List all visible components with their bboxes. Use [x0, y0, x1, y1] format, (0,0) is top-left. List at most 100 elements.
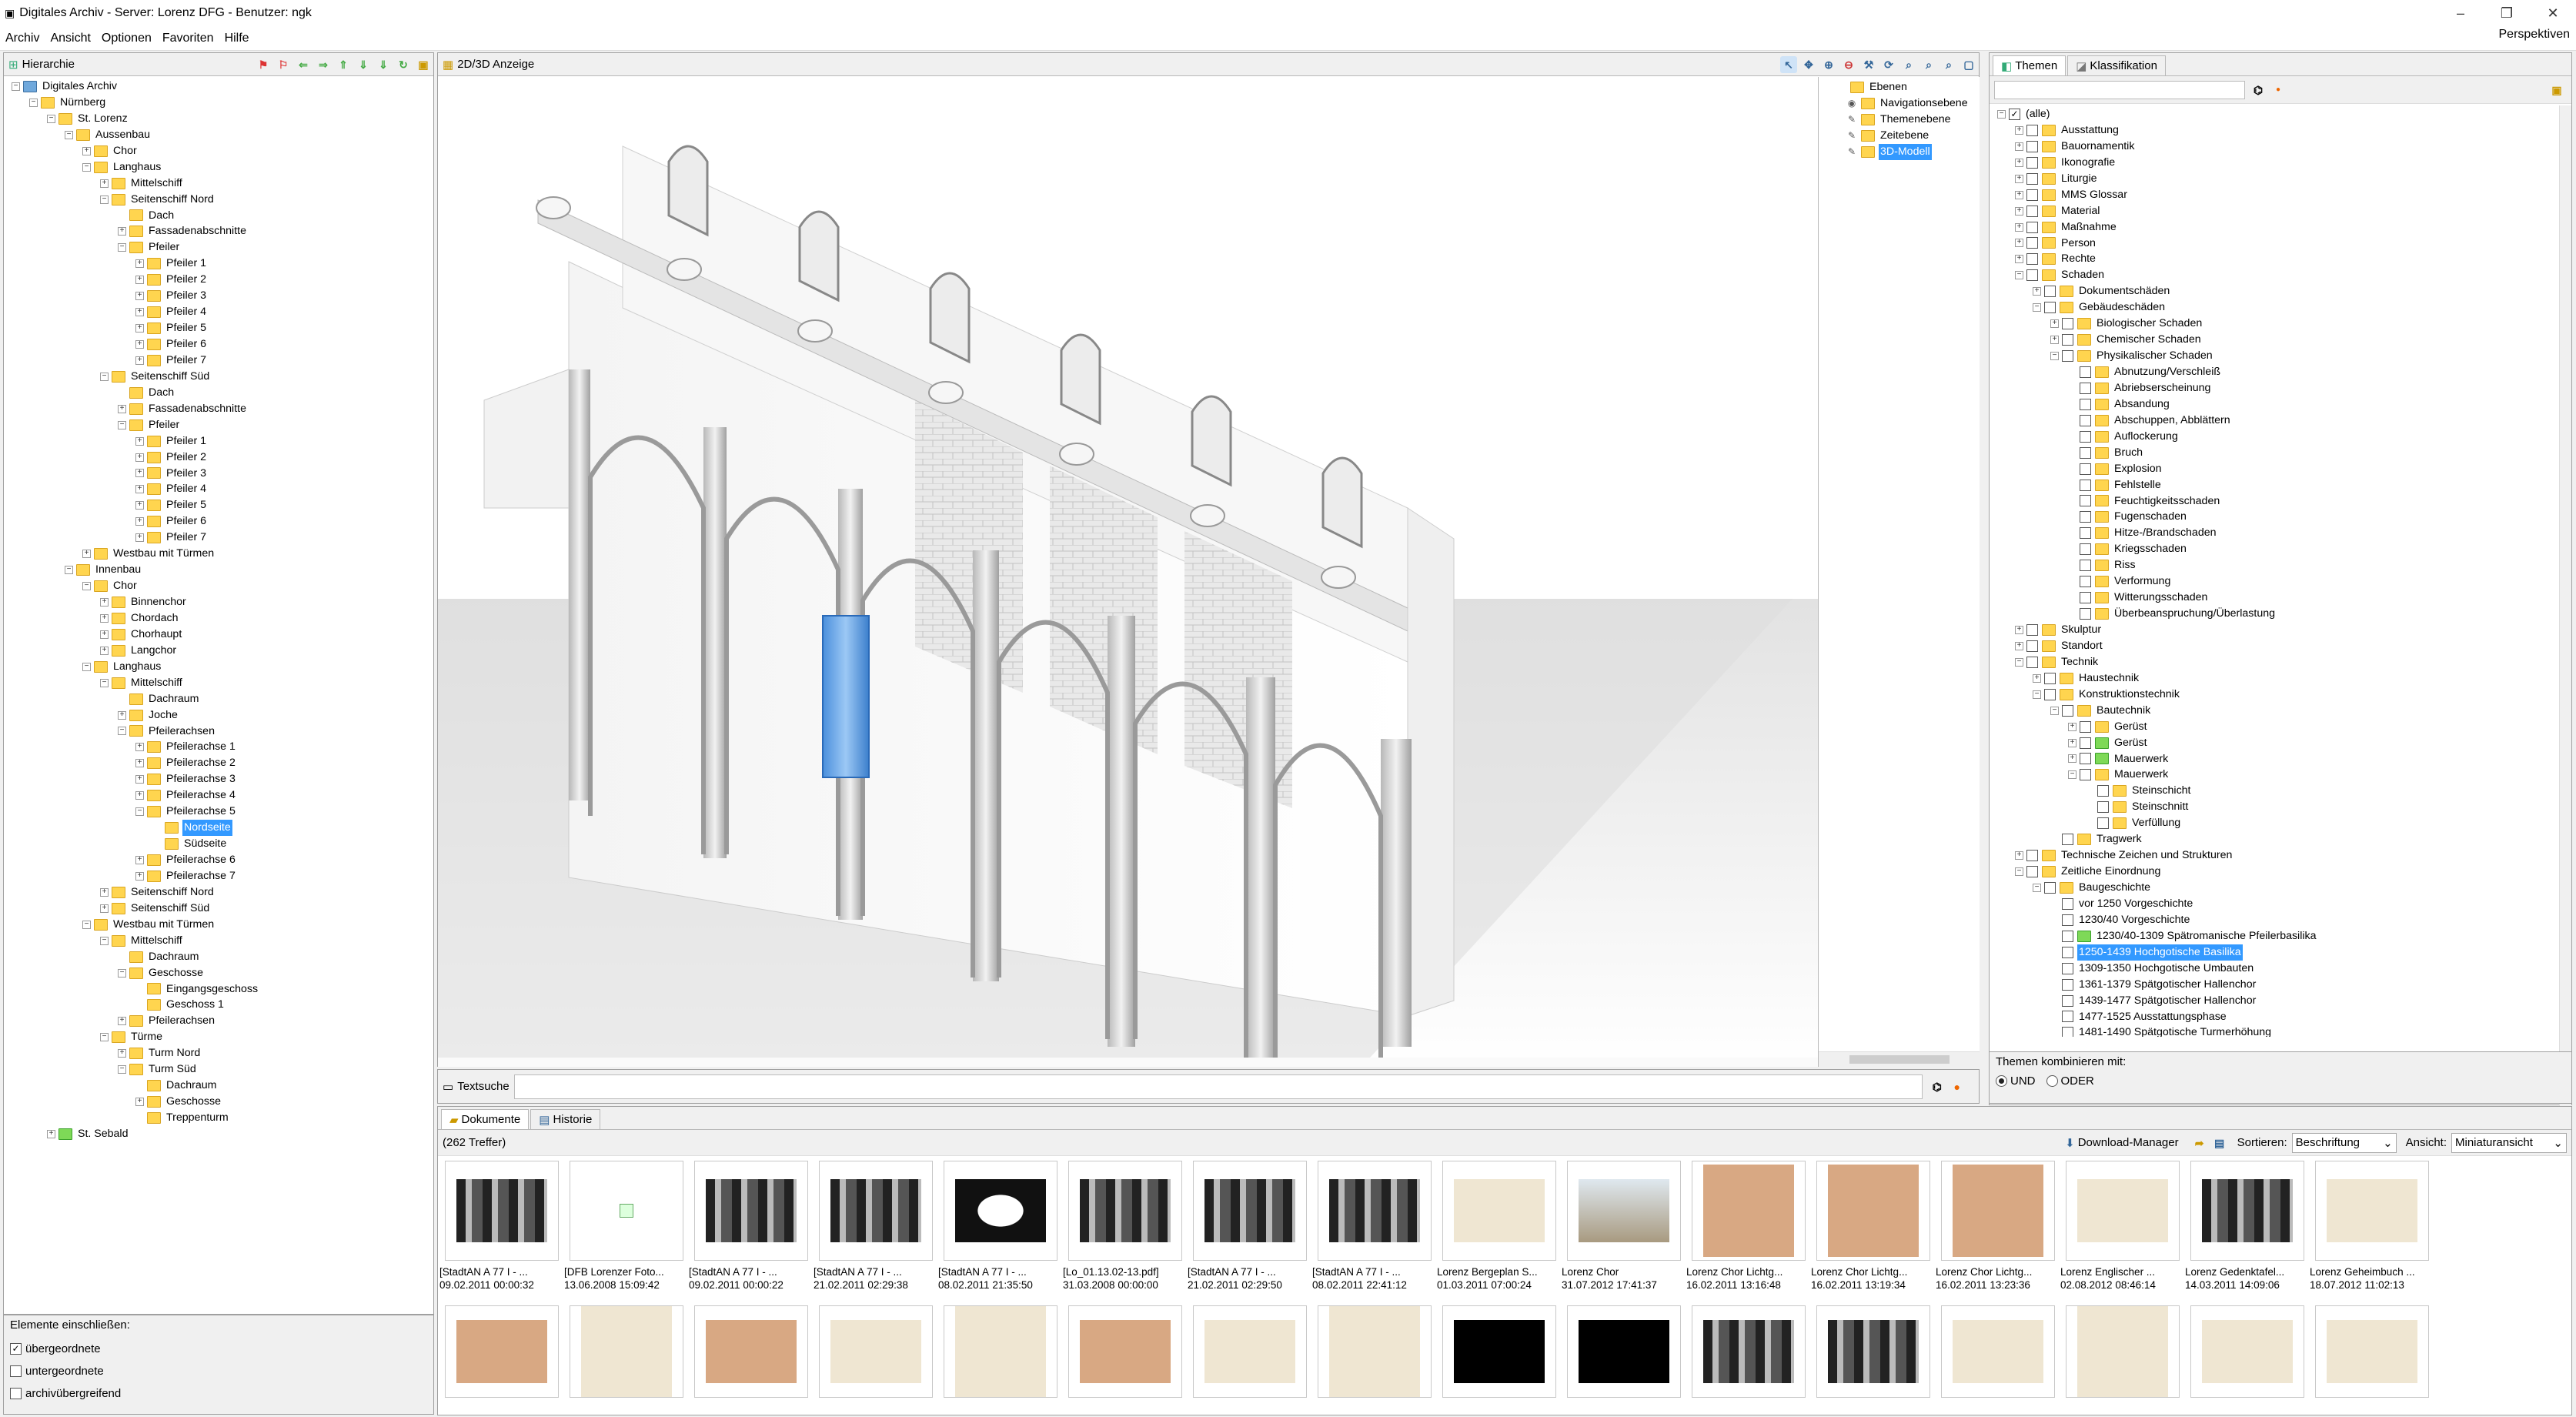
theme-node-item[interactable]: Abriebserscheinung: [1997, 380, 2571, 396]
document-thumbnail[interactable]: [1442, 1305, 1556, 1398]
zoom-out-icon[interactable]: ⊖: [1840, 56, 1857, 73]
expand-icon[interactable]: +: [118, 404, 126, 413]
theme-node-item[interactable]: + Rechte: [1997, 251, 2571, 267]
layers-hscroll[interactable]: [1819, 1051, 1980, 1067]
theme-node-item[interactable]: 1250-1439 Hochgotische Basilika: [1997, 944, 2571, 961]
document-thumbnail[interactable]: [1193, 1305, 1307, 1398]
theme-node-item[interactable]: Abnutzung/Verschleiß: [1997, 364, 2571, 380]
theme-checkbox[interactable]: [2026, 189, 2038, 201]
theme-node-item[interactable]: Hitze-/Brandschaden: [1997, 525, 2571, 541]
document-thumbnail[interactable]: [2190, 1161, 2304, 1261]
theme-checkbox[interactable]: [2080, 495, 2091, 507]
theme-checkbox[interactable]: [2026, 866, 2038, 878]
measure-icon[interactable]: ⚒: [1860, 56, 1877, 73]
search-input[interactable]: [513, 1074, 1923, 1099]
document-item[interactable]: [1562, 1305, 1686, 1398]
theme-checkbox[interactable]: [2026, 221, 2038, 233]
expand-icon[interactable]: +: [82, 146, 91, 155]
hierarchy-node-item[interactable]: − Pfeilerachse 5: [12, 804, 433, 820]
hierarchy-node-item[interactable]: + Pfeiler 7: [12, 353, 433, 369]
expand-icon[interactable]: +: [47, 1129, 55, 1138]
theme-node-item[interactable]: + Gerüst: [1997, 735, 2571, 751]
document-item[interactable]: [1063, 1305, 1188, 1398]
expand-icon[interactable]: +: [135, 871, 144, 881]
hierarchy-node-item[interactable]: + Fassadenabschnitte: [12, 401, 433, 417]
hierarchy-node-item[interactable]: − Mittelschiff: [12, 933, 433, 949]
hierarchy-node-item[interactable]: + Pfeilerachse 2: [12, 755, 433, 771]
theme-node-item[interactable]: + Skulptur: [1997, 622, 2571, 638]
hierarchy-node-item[interactable]: − Turm Süd: [12, 1061, 433, 1078]
arrow-down2-icon[interactable]: ⇓: [375, 56, 392, 73]
layer-edit-icon[interactable]: ✎: [1846, 144, 1858, 160]
document-icon[interactable]: ▤: [2211, 1135, 2228, 1151]
hierarchy-node-item[interactable]: − Geschosse: [12, 965, 433, 981]
expand-icon[interactable]: +: [100, 613, 109, 623]
include-child-checkbox[interactable]: [10, 1365, 22, 1377]
theme-node-item[interactable]: Verfüllung: [1997, 815, 2571, 831]
tab-klassifikation[interactable]: ◪ Klassifikation: [2067, 55, 2166, 75]
theme-node-item[interactable]: + Technische Zeichen und Strukturen: [1997, 847, 2571, 864]
hierarchy-node-item[interactable]: + Pfeiler 6: [12, 513, 433, 530]
theme-node-item[interactable]: + Dokumentschäden: [1997, 283, 2571, 299]
hierarchy-node-item[interactable]: − Türme: [12, 1029, 433, 1045]
hierarchy-node-item[interactable]: − Digitales Archiv: [12, 79, 433, 95]
collapse-icon[interactable]: −: [118, 243, 126, 252]
theme-checkbox[interactable]: [2026, 850, 2038, 862]
layer-node-item[interactable]: ✎ Themenebene: [1823, 112, 1980, 128]
binoculars-icon[interactable]: ⌬: [2250, 82, 2267, 99]
theme-checkbox[interactable]: [2080, 398, 2091, 410]
theme-checkbox[interactable]: [2080, 737, 2091, 749]
document-item[interactable]: [2185, 1305, 2310, 1398]
collapse-icon[interactable]: −: [100, 372, 109, 381]
theme-checkbox[interactable]: [2080, 382, 2091, 394]
theme-node-item[interactable]: Explosion: [1997, 461, 2571, 477]
hierarchy-node-item[interactable]: + Turm Nord: [12, 1045, 433, 1061]
expand-icon[interactable]: +: [100, 630, 109, 639]
theme-checkbox[interactable]: [2062, 914, 2073, 926]
collapse-icon[interactable]: −: [118, 1065, 126, 1074]
collapse-icon[interactable]: −: [2033, 303, 2041, 312]
theme-checkbox[interactable]: [2080, 608, 2091, 620]
binoculars-icon[interactable]: ⌬: [1929, 1078, 1946, 1095]
hierarchy-node-item[interactable]: − Westbau mit Türmen: [12, 917, 433, 933]
hierarchy-node-item[interactable]: + Pfeiler 4: [12, 481, 433, 497]
theme-node-item[interactable]: 1309-1350 Hochgotische Umbauten: [1997, 961, 2571, 977]
theme-checkbox[interactable]: [2080, 753, 2091, 765]
document-item[interactable]: [1811, 1305, 1936, 1398]
zoom-fit-icon[interactable]: ⌕: [1920, 56, 1937, 73]
theme-node-item[interactable]: Absandung: [1997, 396, 2571, 413]
collapse-icon[interactable]: −: [2050, 352, 2059, 361]
expand-icon[interactable]: +: [100, 887, 109, 897]
hierarchy-node-item[interactable]: − Nürnberg: [12, 95, 433, 111]
theme-node-item[interactable]: 1439-1477 Spätgotischer Hallenchor: [1997, 993, 2571, 1009]
theme-node-item[interactable]: + Gerüst: [1997, 719, 2571, 735]
theme-checkbox[interactable]: [2080, 543, 2091, 556]
arrow-right-icon[interactable]: ⇒: [315, 56, 332, 73]
theme-node-item[interactable]: + Ausstattung: [1997, 122, 2571, 139]
expand-icon[interactable]: +: [135, 791, 144, 800]
hierarchy-node-item[interactable]: + Pfeiler 5: [12, 320, 433, 336]
expand-icon[interactable]: +: [135, 356, 144, 365]
document-thumbnail[interactable]: [1068, 1161, 1182, 1261]
hierarchy-node-item[interactable]: + Binnenchor: [12, 594, 433, 610]
document-thumbnail[interactable]: [2066, 1161, 2180, 1261]
hierarchy-node-item[interactable]: + Pfeiler 1: [12, 433, 433, 449]
hierarchy-tab[interactable]: Hierarchie: [22, 58, 75, 71]
expand-icon[interactable]: +: [118, 1049, 126, 1058]
expand-icon[interactable]: +: [118, 710, 126, 720]
hierarchy-node-item[interactable]: + Seitenschiff Süd: [12, 901, 433, 917]
expand-icon[interactable]: +: [135, 1098, 144, 1107]
document-thumbnail[interactable]: [944, 1161, 1057, 1261]
document-item[interactable]: Lorenz Chor Lichtg... 16.02.2011 13:19:34: [1811, 1161, 1936, 1298]
theme-node-item[interactable]: + Haustechnik: [1997, 670, 2571, 687]
expand-icon[interactable]: +: [2068, 722, 2077, 731]
theme-checkbox[interactable]: [2062, 897, 2073, 910]
theme-checkbox[interactable]: [2044, 688, 2056, 700]
theme-node-item[interactable]: Riss: [1997, 557, 2571, 573]
document-item[interactable]: Lorenz Englischer ... 02.08.2012 08:46:14: [2060, 1161, 2185, 1298]
theme-node-item[interactable]: + Biologischer Schaden: [1997, 316, 2571, 332]
theme-checkbox[interactable]: [2026, 205, 2038, 217]
theme-checkbox[interactable]: [2080, 430, 2091, 443]
collapse-icon[interactable]: −: [118, 727, 126, 736]
theme-checkbox[interactable]: [2044, 881, 2056, 894]
